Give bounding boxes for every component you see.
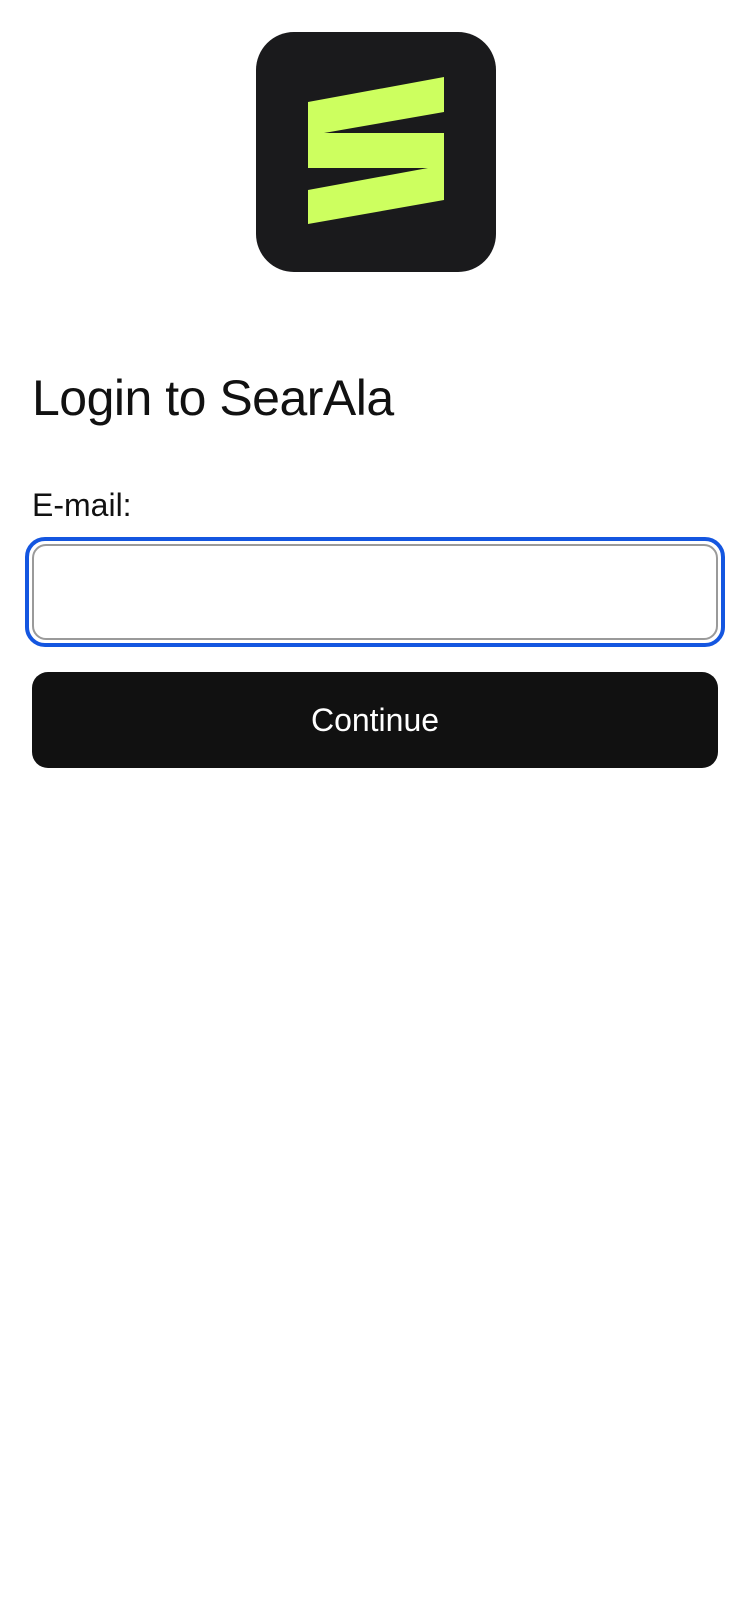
continue-button[interactable]: Continue <box>32 672 718 768</box>
page-title: Login to SearAla <box>32 370 394 426</box>
logo-mark-icon <box>308 77 444 224</box>
email-label: E-mail: <box>32 487 132 523</box>
login-page: Login to SearAla E-mail: Continue <box>0 0 750 1624</box>
app-logo-icon <box>256 32 496 272</box>
email-field[interactable] <box>32 544 718 640</box>
logo-s-shape <box>308 77 444 224</box>
